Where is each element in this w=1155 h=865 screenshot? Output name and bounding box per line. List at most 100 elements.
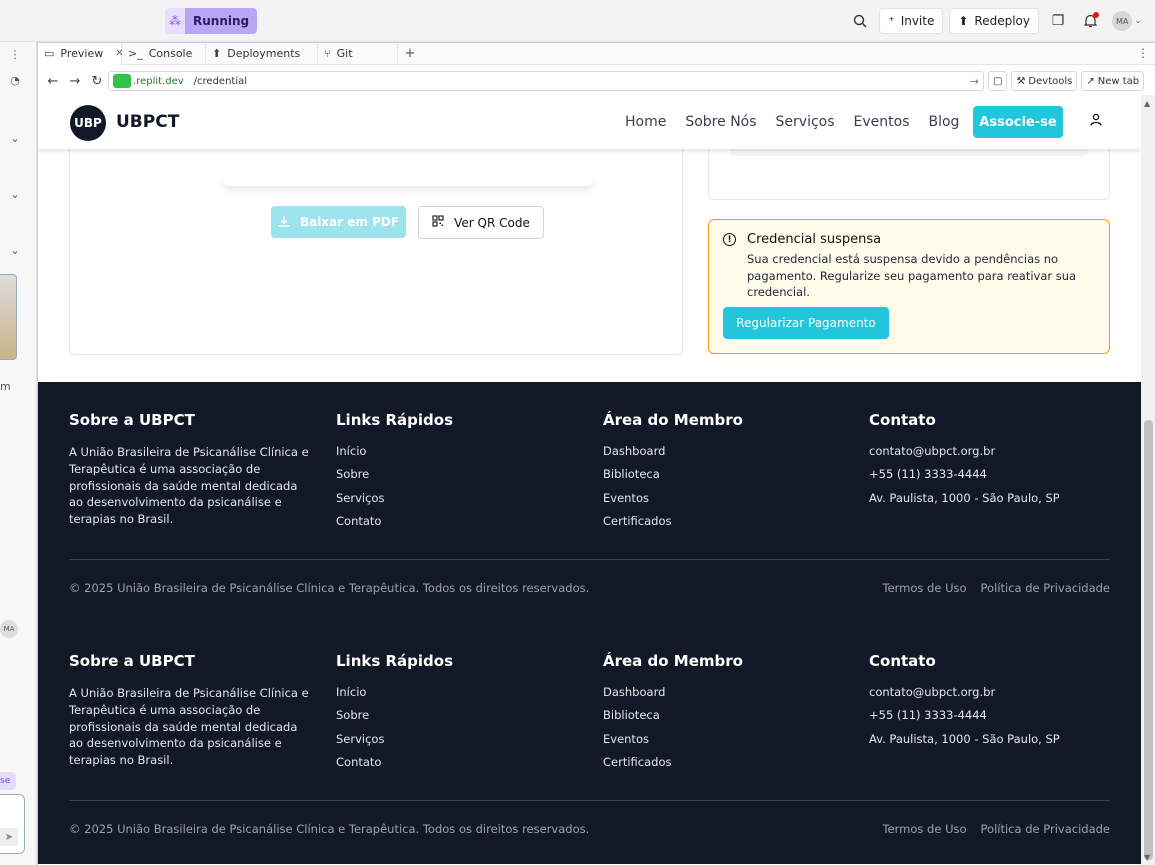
screen-icon[interactable]: ▢ [988,71,1008,91]
more-icon[interactable]: ⋮ [0,48,30,61]
footer-legal: Termos de Uso Política de Privacidade [882,822,1110,836]
terms-link[interactable]: Termos de Uso [882,822,966,836]
devtools-button[interactable]: ⚒ Devtools [1011,71,1078,91]
nav-sobre[interactable]: Sobre Nós [685,114,756,130]
download-pdf-button[interactable]: Baixar em PDF [271,206,406,238]
footer-link-biblioteca[interactable]: Biblioteca [603,467,671,490]
avatar: MA [1112,11,1133,31]
redeploy-label: Redeploy [974,14,1030,28]
search-icon[interactable] [847,8,873,34]
reload-icon[interactable]: ↻ [86,74,108,89]
account-menu[interactable]: MA ⌄ [1109,8,1145,34]
nav-home[interactable]: Home [625,114,666,130]
footer-about-title: Sobre a UBPCT [69,652,195,670]
footer-divider [69,559,1110,560]
footer-link-inicio[interactable]: Início [336,685,384,708]
footer-link-certificados[interactable]: Certificados [603,755,671,778]
site-footer-duplicate: Sobre a UBPCT A União Brasileira de Psic… [38,623,1141,864]
add-tab-icon[interactable]: + [398,46,422,61]
scroll-thumb[interactable] [1144,420,1153,860]
footer-links-title: Links Rápidos [336,411,454,429]
footer-address: Av. Paulista, 1000 - São Paulo, SP [869,731,1060,746]
tab-label: Deployments [227,47,301,60]
nav-blog[interactable]: Blog [929,114,960,130]
nav-servicos[interactable]: Serviços [776,114,835,130]
url-input[interactable]: .replit.dev /credential → [108,71,984,91]
footer-divider [69,800,1110,801]
privacy-link[interactable]: Política de Privacidade [981,822,1110,836]
scroll-up-icon[interactable]: ▲ [1144,99,1150,108]
site-logo[interactable]: UBP [70,105,106,141]
footer-link-dashboard[interactable]: Dashboard [603,685,671,708]
footer-link-eventos[interactable]: Eventos [603,491,671,514]
url-bar: ← → ↻ .replit.dev /credential → ▢ ⚒ Devt… [38,69,1155,93]
footer-contact-title: Contato [869,411,936,429]
footer-link-servicos[interactable]: Serviços [336,491,384,514]
privacy-link[interactable]: Política de Privacidade [981,581,1110,595]
url-domain: .replit.dev [133,75,184,87]
gauge-icon[interactable]: ◔ [0,74,30,87]
footer-link-dashboard[interactable]: Dashboard [603,444,671,467]
truncated-text: m [0,380,11,393]
footer-legal: Termos de Uso Política de Privacidade [882,581,1110,595]
scroll-down-icon[interactable]: ▼ [1144,853,1150,862]
footer-link-sobre[interactable]: Sobre [336,708,384,731]
url-path: /credential [193,75,248,87]
tab-console[interactable]: >_ Console [122,42,206,65]
tab-label: Console [148,47,193,60]
footer-phone: +55 (11) 3333-4444 [869,467,987,482]
tab-label: Git [336,47,353,60]
terminal-icon: >_ [128,47,143,60]
footer-about-text: A União Brasileira de Psicanálise Clínic… [69,686,309,768]
suggestion-chip[interactable]: se [0,772,16,790]
nav-eventos[interactable]: Eventos [854,114,910,130]
new-tab-label: New tab [1097,75,1140,87]
associe-se-button[interactable]: Associe-se [973,106,1063,138]
new-tab-button[interactable]: ↗ New tab [1081,71,1145,91]
main-nav: Home Sobre Nós Serviços Eventos Blog [625,114,959,130]
tab-preview[interactable]: ▭ Preview ✕ [38,42,124,65]
chevron-down-icon[interactable]: ⌄ [0,188,30,201]
footer-address: Av. Paulista, 1000 - São Paulo, SP [869,490,1060,505]
chevron-down-icon[interactable]: ⌄ [0,132,30,145]
go-icon[interactable]: → [970,75,979,88]
redeploy-button[interactable]: ⬆ Redeploy [949,8,1039,34]
footer-email[interactable]: contato@ubpct.org.br [869,685,1060,708]
credential-preview-edge [223,178,593,186]
tab-label: Preview [60,47,104,60]
copy-icon[interactable]: ❐ [1045,8,1071,34]
footer-link-eventos[interactable]: Eventos [603,732,671,755]
back-icon[interactable]: ← [42,74,64,89]
wrench-icon: ⚒ [1016,75,1026,87]
footer-link-contato[interactable]: Contato [336,514,384,537]
footer-link-biblioteca[interactable]: Biblioteca [603,708,671,731]
chevron-down-icon[interactable]: ⌄ [0,244,30,257]
regularize-payment-button[interactable]: Regularizar Pagamento [723,307,889,339]
terms-link[interactable]: Termos de Uso [882,581,966,595]
invite-button[interactable]: ⁺ Invite [879,8,944,34]
forward-icon[interactable]: → [64,74,86,89]
view-qr-button[interactable]: Ver QR Code [418,206,544,239]
tab-git[interactable]: ⑂ Git [318,42,398,65]
footer-link-servicos[interactable]: Serviços [336,732,384,755]
tab-deployments[interactable]: ⬆ Deployments [206,42,318,65]
user-icon[interactable] [1088,113,1104,129]
running-badge[interactable]: Running [185,8,258,34]
run-status[interactable]: ⁂ Running [165,8,258,34]
footer-member-title: Área do Membro [603,652,743,670]
view-qr-label: Ver QR Code [454,215,530,230]
footer-link-certificados[interactable]: Certificados [603,514,671,537]
footer-link-sobre[interactable]: Sobre [336,467,384,490]
footer-email[interactable]: contato@ubpct.org.br [869,444,1060,467]
footer-link-inicio[interactable]: Início [336,444,384,467]
brand-name[interactable]: UBPCT [116,112,179,132]
qr-code-icon [432,215,444,230]
footer-about-text: A União Brasileira de Psicanálise Clínic… [69,445,309,527]
image-thumbnail[interactable] [0,274,17,360]
more-icon[interactable]: ⋮ [1137,46,1149,60]
page-scrollbar[interactable]: ▲ ▼ [1141,95,1155,865]
footer-link-contato[interactable]: Contato [336,755,384,778]
git-icon: ⑂ [324,47,331,60]
bell-icon[interactable] [1077,8,1103,34]
send-icon[interactable]: ➤ [0,828,18,846]
